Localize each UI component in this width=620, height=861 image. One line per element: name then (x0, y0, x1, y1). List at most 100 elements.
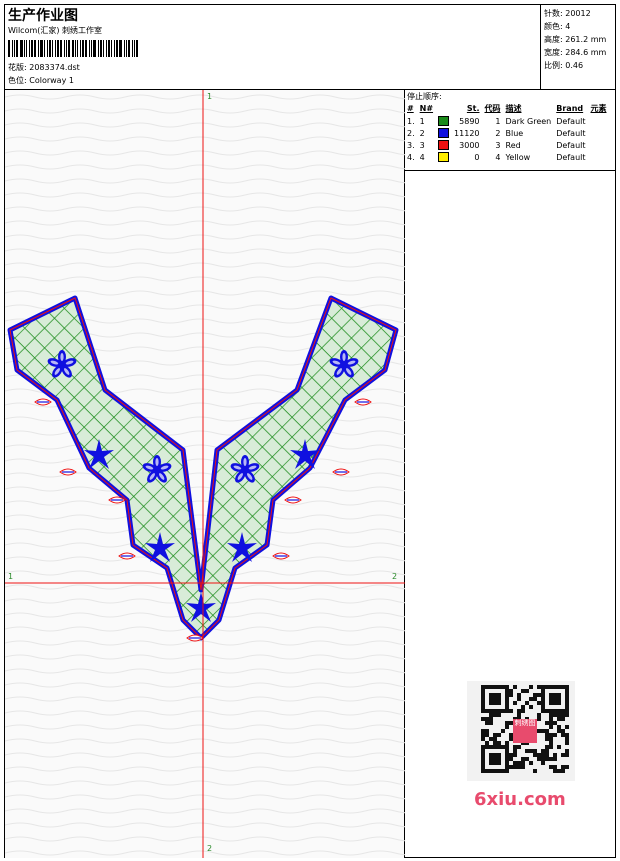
spec-height: 高度: 261.2 mm (544, 35, 607, 44)
qr-module (537, 729, 541, 733)
qr-code: 刺绣图 (467, 681, 575, 781)
qr-module (509, 693, 513, 697)
barcode-bar (28, 40, 30, 57)
qr-module (537, 753, 541, 757)
barcode-bar (116, 40, 119, 57)
design-file: 花版: 2083374.dst (8, 62, 80, 73)
qr-module (565, 733, 569, 737)
barcode (8, 40, 140, 57)
qr-module (561, 713, 565, 717)
barcode-bar (131, 40, 133, 57)
qr-module (545, 753, 549, 757)
qr-module (489, 721, 493, 725)
qr-module (517, 709, 521, 713)
header-info: 生产作业图 Wilcom(汇家) 刺绣工作室 花版: 2083374.dst 色… (5, 5, 541, 89)
qr-module (549, 757, 553, 761)
barcode-bar (11, 40, 13, 57)
studio-subtitle: Wilcom(汇家) 刺绣工作室 (8, 26, 103, 35)
qr-module (481, 729, 485, 733)
qr-module (513, 765, 517, 769)
barcode-bar (65, 40, 67, 57)
barcode-bar (80, 40, 82, 57)
barcode-bar (13, 40, 15, 57)
axis-label-bottom: 2 (207, 844, 213, 853)
qr-module (533, 753, 537, 757)
qr-module (549, 717, 553, 721)
qr-module (565, 713, 569, 717)
barcode-bar (72, 40, 75, 57)
barcode-bar (89, 40, 91, 57)
qr-module (549, 725, 553, 729)
qr-module (521, 689, 525, 693)
page-title: 生产作业图 (8, 8, 78, 24)
barcode-bar (33, 40, 36, 57)
qr-module (481, 733, 485, 737)
stop-sequence-panel: 停止顺序: # N# St. 代码 描述 Brand 元素 1. 1 5890 1 … (405, 90, 615, 171)
qr-module (517, 697, 521, 701)
qr-module (533, 697, 537, 701)
qr-module (537, 685, 541, 689)
qr-module (541, 761, 545, 765)
qr-module (565, 737, 569, 741)
qr-module (529, 705, 533, 709)
qr-module (561, 733, 565, 737)
qr-module (553, 757, 557, 761)
barcode-bar (56, 40, 59, 57)
color-swatch (438, 152, 450, 162)
table-header: # N# St. 代码 描述 Brand 元素 (407, 104, 607, 113)
qr-module (529, 761, 533, 765)
qr-module (561, 769, 565, 773)
barcode-bar (46, 40, 48, 57)
qr-module (513, 753, 517, 757)
qr-module (481, 737, 485, 741)
qr-module (513, 745, 517, 749)
qr-module (541, 753, 545, 757)
qr-module (513, 749, 517, 753)
barcode-bar (119, 40, 123, 57)
qr-module (565, 753, 569, 757)
spec-list: 针数: 20012 颜色: 4 高度: 261.2 mm 宽度: 284.6 m… (541, 5, 615, 89)
qr-module (557, 729, 561, 733)
barcode-bar (124, 40, 125, 57)
qr-module (541, 757, 545, 761)
qr-module (493, 713, 497, 717)
color-swatch (438, 140, 450, 150)
colorway: 色位: Colorway 1 (8, 75, 74, 86)
qr-module (533, 693, 537, 697)
qr-module (525, 749, 529, 753)
qr-module (553, 769, 557, 773)
qr-module (521, 705, 525, 709)
qr-module (525, 757, 529, 761)
qr-module (565, 749, 569, 753)
qr-module (545, 721, 549, 725)
qr-module (565, 765, 569, 769)
seal-stamp: 刺绣图 (513, 719, 537, 743)
qr-module (513, 685, 517, 689)
design-canvas: 1 2 1 2 (5, 90, 405, 858)
qr-module (509, 689, 513, 693)
qr-module (549, 721, 553, 725)
barcode-bar (91, 40, 93, 57)
barcode-bar (98, 40, 100, 57)
qr-module (553, 721, 557, 725)
barcode-bar (126, 40, 127, 57)
qr-module (549, 737, 553, 741)
qr-module (517, 693, 521, 697)
axis-label-top: 1 (207, 92, 213, 101)
qr-module (509, 709, 513, 713)
axis-label-left: 1 (8, 572, 14, 581)
qr-module (517, 761, 521, 765)
barcode-bar (63, 40, 65, 57)
table-row: 4. 4 04 Yellow Default (407, 152, 586, 162)
table-row: 3. 3 3000 3 Red Default (407, 140, 586, 150)
qr-module (553, 753, 557, 757)
barcode-bar (19, 40, 23, 57)
qr-finder (549, 693, 561, 705)
qr-module (521, 757, 525, 761)
axis-label-right: 2 (392, 572, 398, 581)
barcode-bar (30, 40, 33, 57)
barcode-bar (100, 40, 103, 57)
qr-module (549, 733, 553, 737)
qr-module (561, 717, 565, 721)
barcode-bar (106, 40, 108, 57)
